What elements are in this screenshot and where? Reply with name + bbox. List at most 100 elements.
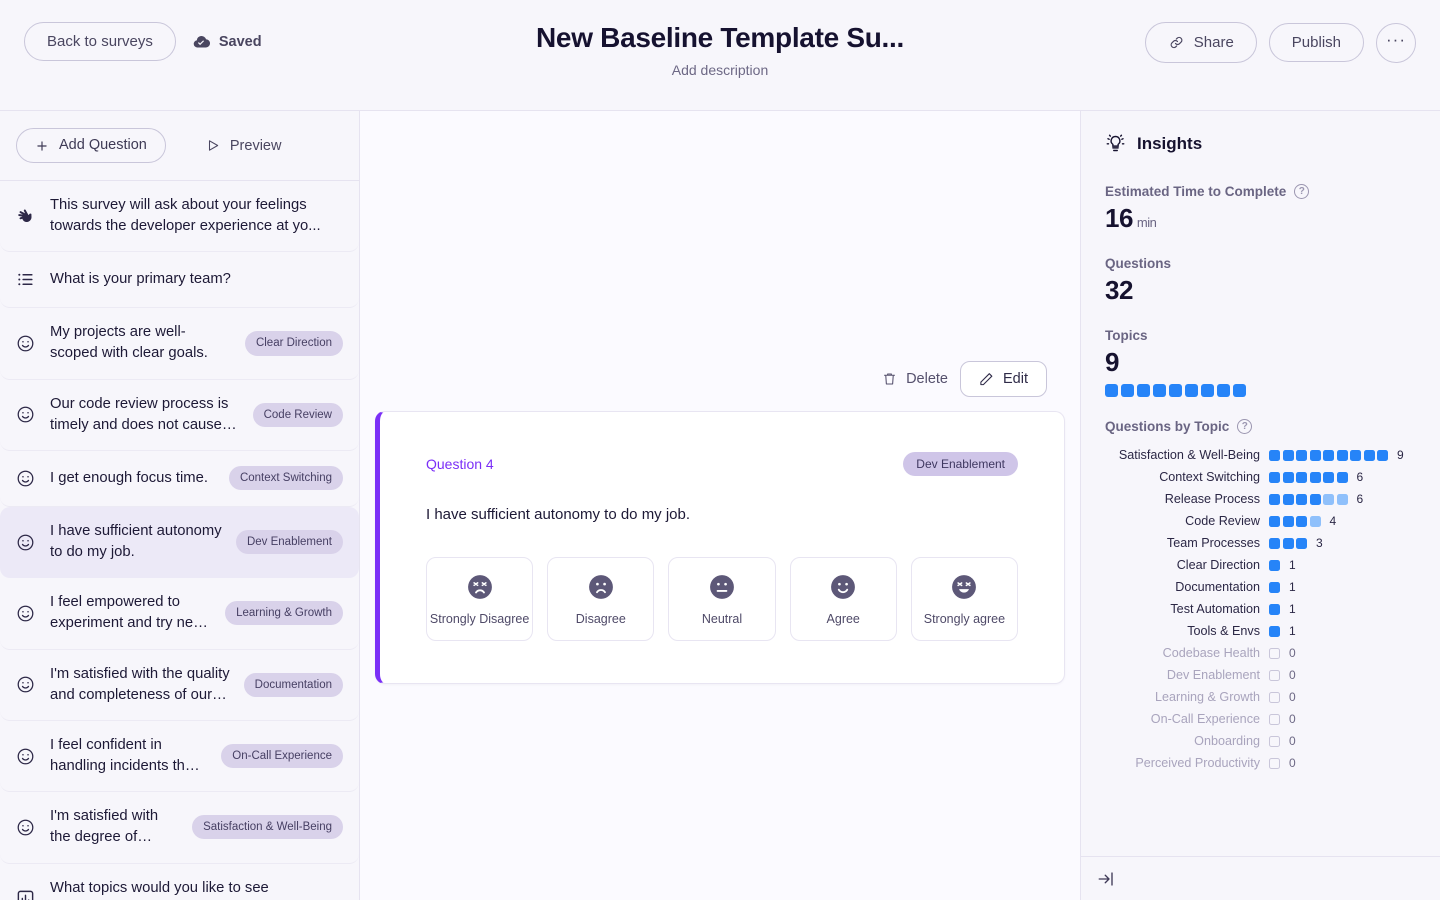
likert-option[interactable]: Agree: [789, 557, 897, 641]
smiley-icon: [14, 332, 36, 354]
topic-name: Clear Direction: [1176, 558, 1260, 572]
questions-by-topic-list: Satisfaction & Well-Being 9 Context Switch…: [1105, 444, 1416, 774]
estimated-time-value: 16: [1105, 203, 1133, 233]
questions-by-topic-label: Questions by Topic: [1105, 419, 1230, 434]
topic-square: [1282, 449, 1294, 461]
trash-icon: [882, 371, 897, 387]
smiley-icon: [14, 602, 36, 624]
collapse-panel-button[interactable]: [1097, 870, 1115, 888]
page-title[interactable]: New Baseline Template Su...: [536, 22, 904, 54]
topic-row: Clear Direction 1: [1105, 554, 1416, 576]
question-list-item-text: I'm satisfied with the degree of persona…: [50, 808, 159, 846]
question-list-item[interactable]: My projects are well-scoped with clear g…: [0, 308, 359, 380]
app-header: Back to surveys Saved New Baseline Templ…: [0, 0, 1440, 110]
question-list-item[interactable]: This survey will ask about your feelings…: [0, 181, 359, 253]
question-list-item-text: Our code review process is timely and do…: [50, 395, 229, 433]
likert-option-label: Neutral: [701, 612, 743, 626]
question-prompt-text: I have sufficient autonomy to do my job.: [426, 506, 691, 523]
topic-square-empty: [1269, 669, 1280, 681]
description-placeholder[interactable]: Add description: [672, 62, 769, 78]
topic-square-empty: [1269, 757, 1280, 769]
question-list-item[interactable]: I'm satisfied with the quality and compl…: [0, 650, 359, 721]
likert-option-label: Agree: [826, 612, 860, 626]
topic-count: 0: [1289, 734, 1296, 748]
insights-panel: Insights Estimated Time to Complete ? 16…: [1080, 111, 1440, 900]
question-list-item-text: My projects are well-scoped with clear g…: [50, 324, 208, 362]
help-icon[interactable]: ?: [1294, 184, 1310, 199]
smiley-icon: [14, 531, 36, 553]
topic-square: [1323, 449, 1334, 461]
topic-name: On-Call Experience: [1150, 712, 1260, 726]
question-card-header: Question 4 Dev Enablement: [426, 452, 1018, 476]
help-icon[interactable]: ?: [1237, 419, 1253, 434]
topic-row: Perceived Productivity 0: [1105, 752, 1416, 774]
questions-by-topic-label-row: Questions by Topic ?: [1105, 419, 1416, 434]
topic-square: [1169, 384, 1182, 397]
topic-name: Onboarding: [1194, 734, 1260, 748]
topic-square-light: [1323, 493, 1334, 505]
topic-square-meter: [1269, 647, 1280, 659]
delete-question-button[interactable]: Delete: [882, 371, 948, 387]
topic-square-meter: [1269, 713, 1280, 725]
topic-square: [1153, 384, 1166, 397]
topic-row: Tools & Envs 1: [1105, 620, 1416, 642]
likert-option[interactable]: Strongly agree: [910, 557, 1019, 641]
question-list-item[interactable]: I get enough focus time. Context Switchin…: [0, 451, 359, 507]
edit-question-button[interactable]: Edit: [960, 361, 1047, 397]
likert-scale-options[interactable]: Strongly Disagree Disagree Neutral Agree Str…: [426, 557, 1019, 641]
question-card-actions: Delete Edit: [375, 361, 1065, 397]
wave-hand-icon: [14, 205, 36, 227]
collapse-panel-icon: [1097, 870, 1115, 888]
likert-option-label: Disagree: [575, 612, 626, 626]
topic-square: [1336, 471, 1348, 483]
more-options-button[interactable]: ···: [1376, 22, 1416, 63]
topic-name: Perceived Productivity: [1135, 756, 1260, 770]
saved-label: Saved: [218, 33, 262, 50]
topic-row: Context Switching 6: [1105, 466, 1416, 488]
topic-square: [1296, 449, 1307, 461]
question-list-item[interactable]: I have sufficient autonomy to do my job.…: [0, 506, 359, 579]
topic-count: 0: [1289, 712, 1296, 726]
back-to-surveys-button[interactable]: Back to surveys: [24, 22, 176, 61]
topic-name: Documentation: [1175, 580, 1260, 594]
strongly-agree-face-icon: [951, 574, 977, 600]
estimated-time-label: Estimated Time to Complete: [1105, 184, 1287, 199]
question-list-item-text: I'm satisfied with the quality and compl…: [50, 665, 230, 703]
topic-square-meter: [1269, 735, 1280, 747]
preview-button[interactable]: Preview: [206, 138, 281, 154]
likert-option[interactable]: Disagree: [547, 557, 655, 641]
question-list-item-tag: Context Switching: [228, 466, 343, 491]
likert-option[interactable]: Neutral: [668, 557, 776, 641]
topics-square-meter: [1105, 384, 1416, 397]
topic-name: Learning & Growth: [1154, 690, 1260, 704]
strongly-disagree-face-icon: [467, 574, 493, 600]
share-button[interactable]: Share: [1144, 22, 1257, 63]
topic-square-meter: [1269, 471, 1348, 483]
likert-option-label: Strongly Disagree: [429, 612, 530, 626]
pencil-icon: [979, 371, 994, 387]
question-list-item[interactable]: I'm satisfied with the degree of persona…: [0, 792, 359, 864]
question-list-item[interactable]: What is your primary team?: [0, 252, 359, 309]
topic-square: [1185, 384, 1198, 397]
topic-count: 0: [1289, 646, 1296, 660]
question-list-item[interactable]: I feel confident in handling incidents t…: [0, 721, 359, 793]
insights-title: Insights: [1137, 133, 1203, 153]
question-list-item-tag: Learning & Growth: [225, 601, 343, 626]
topic-square-meter: [1269, 625, 1280, 637]
topic-square: [1296, 493, 1307, 505]
question-list[interactable]: This survey will ask about your feelings…: [0, 181, 359, 900]
likert-option[interactable]: Strongly Disagree: [426, 557, 534, 641]
topic-row: Documentation 1: [1105, 576, 1416, 598]
topic-square: [1309, 471, 1321, 483]
add-question-button[interactable]: Add Question: [16, 128, 166, 163]
smiley-icon: [14, 404, 36, 426]
question-list-item-text: What topics would you like to see priori…: [50, 879, 269, 896]
question-list-item[interactable]: What topics would you like to see priori…: [0, 864, 359, 900]
question-list-item-tag: Dev Enablement: [235, 530, 343, 555]
publish-button[interactable]: Publish: [1268, 23, 1364, 62]
app-body: Add Question Preview This survey will as…: [0, 110, 1440, 900]
question-list-item[interactable]: I feel empowered to experiment and try n…: [0, 578, 359, 650]
topic-square: [1269, 449, 1280, 461]
topic-square: [1137, 384, 1150, 397]
question-list-item[interactable]: Our code review process is timely and do…: [0, 380, 359, 451]
